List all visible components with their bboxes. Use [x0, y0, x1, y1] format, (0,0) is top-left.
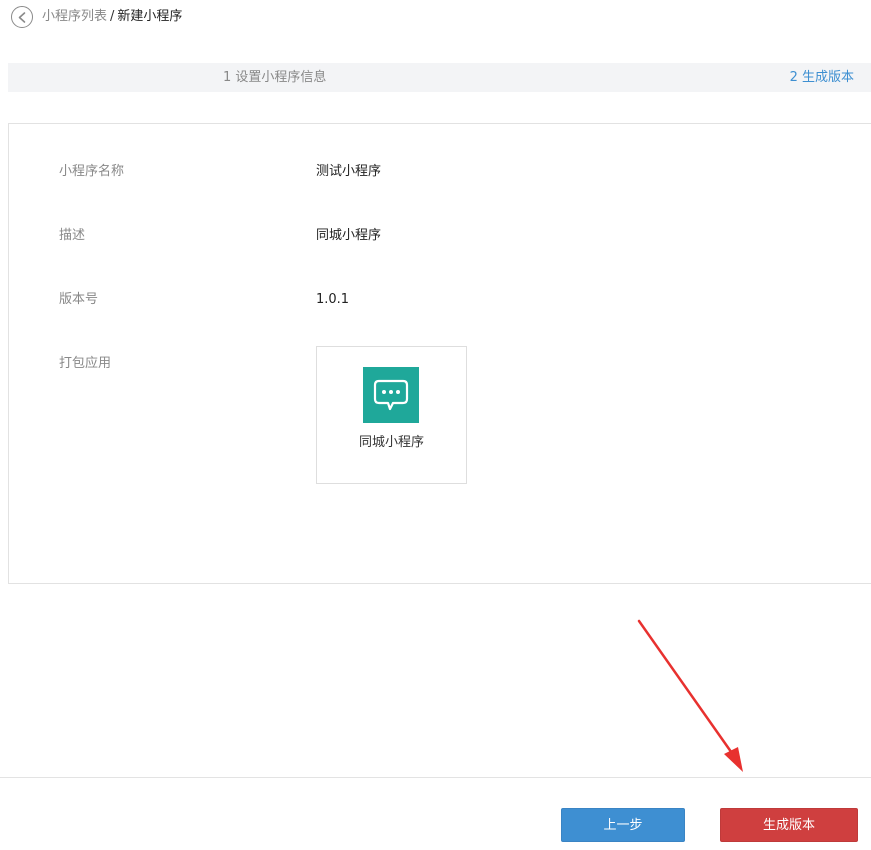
- package-app-label: 打包应用: [59, 356, 112, 371]
- version-info-panel: 小程序名称 测试小程序 描述 同城小程序 版本号 1.0.1 打包应用 同城小程…: [8, 123, 871, 584]
- step-indicator: 1 设置小程序信息 2 生成版本: [8, 63, 871, 92]
- back-button[interactable]: [11, 6, 33, 28]
- version-label: 版本号: [59, 292, 99, 307]
- step-2-label: 2 生成版本: [789, 70, 854, 85]
- chat-bubble-icon: [363, 367, 419, 423]
- chevron-left-icon: [18, 12, 26, 23]
- description-label: 描述: [59, 228, 86, 243]
- step-1-label: 1 设置小程序信息: [223, 70, 327, 85]
- breadcrumb-parent-link[interactable]: 小程序列表: [42, 9, 107, 24]
- breadcrumb: 小程序列表 / 新建小程序: [42, 9, 182, 25]
- description-value: 同城小程序: [316, 228, 382, 243]
- name-value: 测试小程序: [316, 164, 382, 179]
- package-app-name: 同城小程序: [358, 435, 424, 450]
- previous-step-button[interactable]: 上一步: [561, 808, 685, 842]
- package-app-card[interactable]: 同城小程序: [316, 346, 467, 484]
- name-label: 小程序名称: [59, 164, 125, 179]
- breadcrumb-separator: /: [110, 9, 115, 24]
- page-header: 小程序列表 / 新建小程序: [0, 0, 871, 40]
- version-value: 1.0.1: [316, 292, 350, 307]
- footer-divider: [0, 777, 871, 778]
- breadcrumb-current: 新建小程序: [117, 9, 183, 24]
- generate-version-button[interactable]: 生成版本: [720, 808, 858, 842]
